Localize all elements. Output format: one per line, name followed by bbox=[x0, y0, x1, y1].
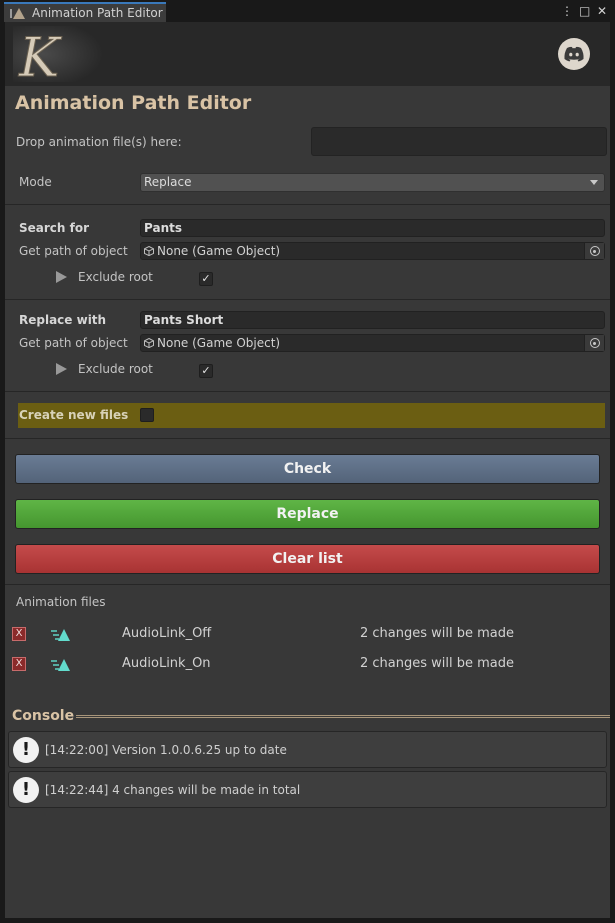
gameobject-icon bbox=[144, 338, 154, 348]
divider bbox=[5, 391, 610, 392]
animation-clip-icon bbox=[51, 629, 70, 641]
target-icon bbox=[589, 246, 600, 256]
divider bbox=[5, 438, 610, 439]
replace-get-path-label: Get path of object bbox=[19, 336, 128, 350]
console-message: ! [14:22:00] Version 1.0.0.6.25 up to da… bbox=[8, 731, 607, 768]
create-new-files-label: Create new files bbox=[19, 408, 129, 422]
drop-label: Drop animation file(s) here: bbox=[16, 135, 182, 149]
list-item: X AudioLink_Off 2 changes will be made bbox=[10, 624, 570, 644]
replace-object-value: None (Game Object) bbox=[157, 336, 281, 350]
replace-exclude-root-checkbox[interactable]: ✓ bbox=[199, 364, 213, 378]
replace-input[interactable]: Pants Short bbox=[140, 311, 605, 329]
object-picker-button[interactable] bbox=[584, 335, 604, 351]
target-icon bbox=[589, 338, 600, 348]
console-message-text: [14:22:00] Version 1.0.0.6.25 up to date bbox=[45, 743, 287, 757]
replace-with-label: Replace with bbox=[19, 313, 107, 327]
remove-file-button[interactable]: X bbox=[12, 657, 26, 671]
search-for-label: Search for bbox=[19, 221, 90, 235]
create-new-files-checkbox[interactable] bbox=[140, 408, 154, 422]
mode-dropdown-value: Replace bbox=[144, 175, 192, 189]
window-tab-bar: Animation Path Editor ⋮ □ ✕ bbox=[0, 0, 615, 22]
replace-object-field[interactable]: None (Game Object) bbox=[140, 334, 605, 352]
remove-file-button[interactable]: X bbox=[12, 627, 26, 641]
search-exclude-root-label: Exclude root bbox=[78, 270, 153, 284]
replace-button[interactable]: Replace bbox=[15, 499, 600, 529]
page-title: Animation Path Editor bbox=[15, 92, 252, 114]
close-icon[interactable]: ✕ bbox=[597, 3, 607, 19]
console-title: Console bbox=[12, 708, 75, 724]
info-icon: ! bbox=[13, 777, 39, 803]
file-name: AudioLink_Off bbox=[122, 626, 212, 641]
info-icon: ! bbox=[13, 737, 39, 763]
animation-files-header: Animation files bbox=[16, 595, 106, 609]
svg-text:K: K bbox=[18, 26, 62, 82]
file-changes: 2 changes will be made bbox=[360, 626, 515, 641]
foldout-arrow-icon[interactable] bbox=[56, 271, 67, 283]
divider bbox=[5, 204, 610, 205]
animation-icon bbox=[10, 7, 25, 19]
search-object-value: None (Game Object) bbox=[157, 244, 281, 258]
window-controls: ⋮ □ ✕ bbox=[561, 3, 607, 19]
search-input[interactable]: Pants bbox=[140, 219, 605, 237]
replace-exclude-root-label: Exclude root bbox=[78, 362, 153, 376]
more-options-icon[interactable]: ⋮ bbox=[561, 3, 573, 19]
file-name: AudioLink_On bbox=[122, 656, 211, 671]
mode-label: Mode bbox=[19, 175, 52, 189]
console-message-text: [14:22:44] 4 changes will be made in tot… bbox=[45, 783, 301, 797]
divider bbox=[5, 299, 610, 300]
gameobject-icon bbox=[144, 246, 154, 256]
list-item: X AudioLink_On 2 changes will be made bbox=[10, 654, 570, 674]
divider bbox=[5, 584, 610, 585]
mode-dropdown[interactable]: Replace bbox=[140, 173, 605, 192]
drop-area[interactable] bbox=[311, 127, 607, 156]
window-tab-title: Animation Path Editor bbox=[32, 6, 163, 20]
maximize-icon[interactable]: □ bbox=[579, 3, 590, 19]
console-message: ! [14:22:44] 4 changes will be made in t… bbox=[8, 771, 607, 808]
file-changes: 2 changes will be made bbox=[360, 656, 515, 671]
search-exclude-root-checkbox[interactable]: ✓ bbox=[199, 272, 213, 286]
animation-clip-icon bbox=[51, 659, 70, 671]
logo: K bbox=[13, 26, 113, 82]
clear-list-button[interactable]: Clear list bbox=[15, 544, 600, 574]
chevron-down-icon bbox=[590, 180, 598, 185]
console-divider bbox=[76, 715, 610, 718]
discord-button[interactable] bbox=[558, 38, 590, 70]
header-banner: K bbox=[5, 22, 610, 86]
discord-icon bbox=[564, 46, 584, 62]
window-tab[interactable]: Animation Path Editor bbox=[4, 2, 166, 22]
check-button[interactable]: Check bbox=[15, 454, 600, 484]
object-picker-button[interactable] bbox=[584, 243, 604, 259]
search-object-field[interactable]: None (Game Object) bbox=[140, 242, 605, 260]
foldout-arrow-icon[interactable] bbox=[56, 363, 67, 375]
search-get-path-label: Get path of object bbox=[19, 244, 128, 258]
